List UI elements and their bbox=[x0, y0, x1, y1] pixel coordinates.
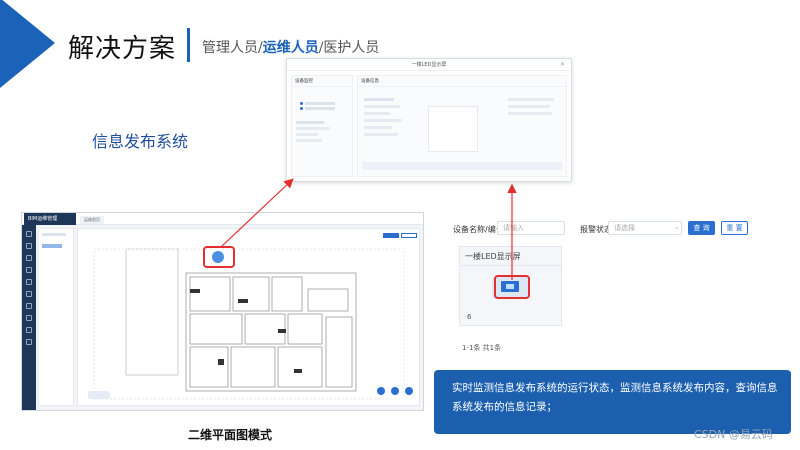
arrow-floor-to-dialog bbox=[221, 178, 294, 247]
description-note: 实时监测信息发布系统的运行状态，监测信息系统发布内容，查询信息系统发布的信息记录… bbox=[434, 370, 791, 434]
watermark: CSDN @易云码 bbox=[694, 428, 773, 441]
